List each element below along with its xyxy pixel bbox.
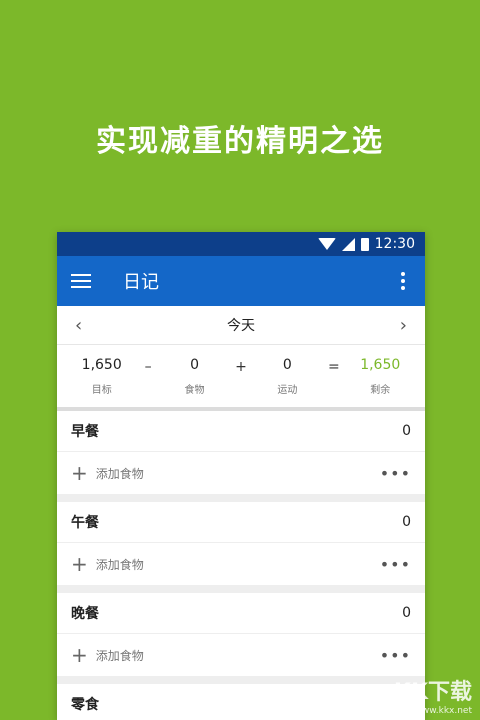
equals-operator: = [327,359,340,375]
plus-icon: + [71,552,88,576]
add-food-row[interactable]: + 添加食物 ••• [57,452,425,494]
meal-name: 早餐 [71,424,99,440]
add-food-label: 添加食物 [95,557,144,572]
plus-icon: + [71,643,88,667]
add-food-label: 添加食物 [95,466,144,481]
overflow-menu-icon[interactable] [395,272,411,290]
meal-calories: 0 [402,514,411,530]
date-navigator: ‹ 今天 › [57,306,425,345]
plus-icon: + [71,461,88,485]
meal-name: 午餐 [71,515,99,531]
watermark-url: www.kkx.net [414,706,473,716]
summary-exercise: 0 运动 [257,357,317,396]
meal-header: 晚餐 0 [57,593,425,634]
app-title: 日记 [123,272,159,293]
meal-calories: 0 [402,605,411,621]
goal-value: 1,650 [81,356,122,373]
meal-section-lunch: 午餐 0 + 添加食物 ••• [57,502,425,585]
date-label: 今天 [227,318,255,334]
meal-name: 晚餐 [71,606,99,622]
minus-operator: – [144,359,152,375]
meal-section-dinner: 晚餐 0 + 添加食物 ••• [57,593,425,676]
status-time: 12:30 [374,236,415,252]
headline: 实现减重的精明之选 [96,124,384,159]
food-value: 0 [190,356,199,373]
exercise-value: 0 [282,356,292,373]
calorie-summary: 1,650 目标 – 0 食物 + 0 运动 = 1,650 剩余 [57,345,425,411]
more-options-icon[interactable]: ••• [380,464,411,483]
goal-label: 目标 [91,384,112,396]
hamburger-menu-icon[interactable] [71,274,91,288]
status-bar: 12:30 [57,232,425,256]
meal-section-breakfast: 早餐 0 + 添加食物 ••• [57,411,425,494]
battery-icon [360,237,369,251]
meal-name: 零食 [71,697,99,713]
plus-operator: + [235,359,247,375]
add-food-row[interactable]: + 添加食物 ••• [57,634,425,676]
meal-header: 零食 [57,684,425,720]
phone-screen: 12:30 日记 ‹ 今天 › 1,650 目标 – 0 食物 + 0 运动 = [57,232,425,720]
summary-remaining: 1,650 剩余 [350,357,410,396]
remaining-label: 剩余 [370,384,391,396]
more-options-icon[interactable]: ••• [380,646,411,665]
watermark-logo: KK下载 www.kkx.net [394,674,472,716]
watermark-brand: KK下载 [393,680,472,705]
add-food-row[interactable]: + 添加食物 ••• [57,543,425,585]
meal-header: 早餐 0 [57,411,425,452]
signal-icon [341,237,355,251]
chevron-left-icon[interactable]: ‹ [75,315,82,336]
remaining-value: 1,650 [360,356,401,373]
summary-food: 0 食物 [165,357,225,396]
summary-goal: 1,650 目标 [72,357,132,396]
meal-section-snacks: 零食 [57,684,425,720]
chevron-right-icon[interactable]: › [400,315,407,336]
wifi-icon [317,238,336,250]
meal-calories: 0 [402,423,411,439]
app-bar: 日记 [57,256,425,306]
add-food-label: 添加食物 [95,648,144,663]
more-options-icon[interactable]: ••• [380,555,411,574]
meal-header: 午餐 0 [57,502,425,543]
food-label: 食物 [184,384,205,396]
exercise-label: 运动 [277,384,298,396]
